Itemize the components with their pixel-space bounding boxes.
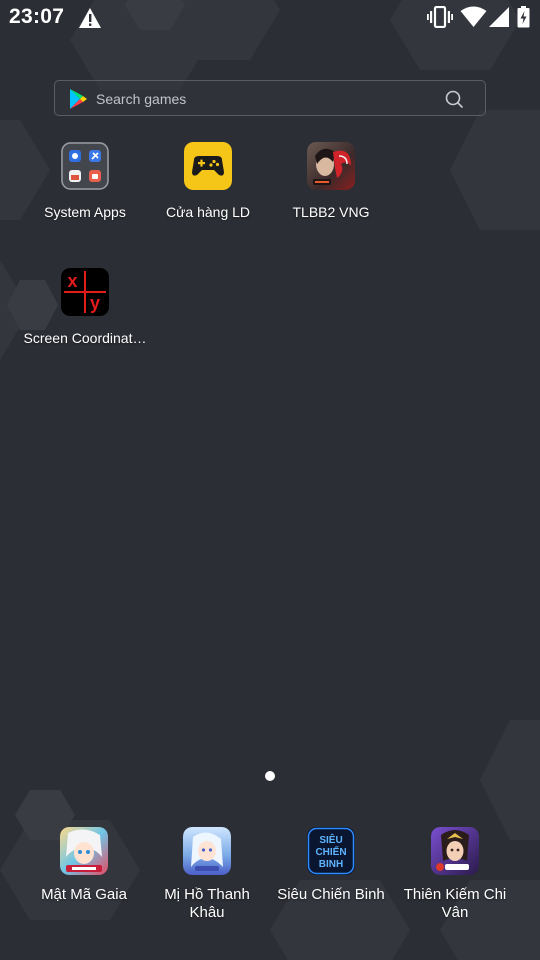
folder-icon bbox=[61, 142, 109, 190]
app-label: Mật Mã Gaia bbox=[41, 886, 127, 903]
dock-app-sieu-chien-binh[interactable]: SIÊU CHIẾN BINH Siêu Chiến Binh bbox=[269, 827, 393, 927]
page-indicator-dot bbox=[265, 771, 275, 781]
app-label: Mị Hồ Thanh Khâu bbox=[164, 886, 250, 921]
search-bar[interactable] bbox=[54, 80, 486, 116]
battery-charging-icon bbox=[517, 6, 530, 28]
xy-coordinates-icon: x y bbox=[61, 268, 109, 316]
sieu-chien-binh-icon: SIÊU CHIẾN BINH bbox=[307, 827, 355, 875]
google-play-icon bbox=[70, 89, 87, 109]
app-label: Screen Coordinat… bbox=[23, 330, 147, 346]
status-bar: 23:07 bbox=[0, 0, 540, 36]
svg-text:BINH: BINH bbox=[319, 859, 343, 870]
mi-ho-thanh-khau-icon bbox=[183, 827, 231, 875]
status-time: 23:07 bbox=[9, 5, 65, 28]
signal-icon bbox=[489, 7, 509, 27]
vibrate-icon bbox=[427, 6, 453, 28]
mat-ma-gaia-icon bbox=[60, 827, 108, 875]
tlbb2-game-icon bbox=[307, 142, 355, 190]
dock-app-thien-kiem-chi-van[interactable]: Thiên Kiếm Chi Vân bbox=[393, 827, 517, 927]
app-cua-hang-ld[interactable]: Cửa hàng LD bbox=[146, 142, 270, 232]
search-icon[interactable] bbox=[444, 89, 464, 109]
dock-app-mi-ho-thanh-khau[interactable]: Mị Hồ Thanh Khâu bbox=[145, 827, 269, 927]
dock-app-mat-ma-gaia[interactable]: Mật Mã Gaia bbox=[22, 827, 146, 927]
svg-text:x: x bbox=[68, 271, 78, 291]
svg-text:CHIẾN: CHIẾN bbox=[315, 845, 346, 858]
wifi-icon bbox=[460, 6, 487, 27]
thien-kiem-chi-van-icon bbox=[431, 827, 479, 875]
search-input[interactable] bbox=[96, 87, 436, 111]
svg-text:y: y bbox=[90, 293, 100, 313]
app-label: Siêu Chiến Binh bbox=[277, 886, 385, 903]
app-label: Cửa hàng LD bbox=[165, 204, 251, 220]
app-screen-coordinates[interactable]: x y Screen Coordinat… bbox=[23, 268, 147, 358]
app-label: TLBB2 VNG bbox=[292, 204, 370, 220]
app-tlbb2-vng[interactable]: TLBB2 VNG bbox=[269, 142, 393, 232]
svg-text:SIÊU: SIÊU bbox=[319, 833, 342, 846]
app-label: Thiên Kiếm Chi Vân bbox=[403, 886, 507, 921]
app-system-apps[interactable]: System Apps bbox=[23, 142, 147, 232]
gamepad-icon bbox=[184, 142, 232, 190]
app-label: System Apps bbox=[44, 204, 126, 220]
warning-icon bbox=[79, 8, 101, 28]
